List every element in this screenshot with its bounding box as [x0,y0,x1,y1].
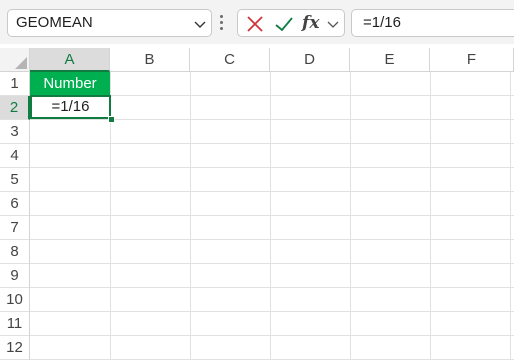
select-all-triangle-icon [15,57,27,69]
select-all-button[interactable] [0,48,30,72]
row-header-11[interactable]: 11 [0,312,30,336]
gridline [270,72,271,360]
chevron-down-icon[interactable] [327,19,339,29]
cell-a2-active[interactable]: =1/16 [30,95,111,119]
gridline [30,167,514,168]
row-header-10[interactable]: 10 [0,288,30,312]
gridline [30,143,514,144]
gridline [30,239,514,240]
row-header-12[interactable]: 12 [0,336,30,360]
gridline [30,335,514,336]
row-header-3[interactable]: 3 [0,120,30,144]
formula-input[interactable]: =1/16 [351,9,514,37]
row-header-1[interactable]: 1 [0,72,30,96]
column-header-c[interactable]: C [190,48,270,72]
formula-buttons: fx [237,9,345,37]
chevron-down-icon[interactable] [194,19,206,29]
more-options-icon[interactable] [220,15,224,33]
gridline [30,119,514,120]
column-header-f[interactable]: F [430,48,514,72]
gridline [510,72,511,360]
row-header-2[interactable]: 2 [0,96,30,120]
column-header-a[interactable]: A [30,48,110,72]
row-header-8[interactable]: 8 [0,240,30,264]
enter-check-icon[interactable] [274,14,294,34]
formula-bar: GEOMEAN fx =1/16 [0,0,514,44]
row-header-6[interactable]: 6 [0,192,30,216]
gridline [30,215,514,216]
gridline [30,311,514,312]
gridline [30,263,514,264]
column-header-d[interactable]: D [270,48,350,72]
name-box[interactable]: GEOMEAN [7,9,212,37]
row-header-4[interactable]: 4 [0,144,30,168]
row-header-9[interactable]: 9 [0,264,30,288]
cancel-icon[interactable] [245,14,265,34]
cell-a1[interactable]: Number [30,72,110,95]
column-header-e[interactable]: E [350,48,430,72]
fill-handle[interactable] [108,116,115,123]
row-header-5[interactable]: 5 [0,168,30,192]
gridline [430,72,431,360]
insert-function-button[interactable]: fx [302,11,326,35]
column-header-b[interactable]: B [110,48,190,72]
gridline [30,287,514,288]
name-box-value: GEOMEAN [16,14,93,31]
row-header-7[interactable]: 7 [0,216,30,240]
gridline [190,72,191,360]
gridline [350,72,351,360]
gridline [30,191,514,192]
